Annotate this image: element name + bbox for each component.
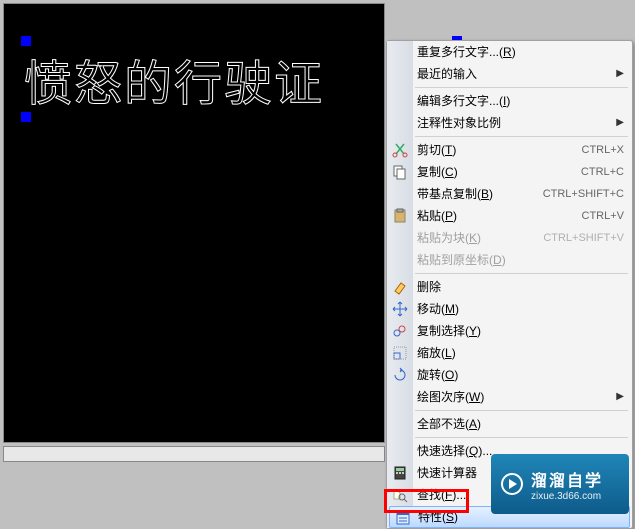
chevron-right-icon: ▶ — [616, 63, 624, 85]
copy-selection-icon — [391, 322, 409, 340]
menu-copy-selection[interactable]: 复制选择(Y) — [387, 320, 632, 342]
scale-icon — [391, 344, 409, 362]
menu-separator — [415, 410, 628, 411]
paste-icon — [391, 207, 409, 225]
erase-icon — [391, 278, 409, 296]
properties-icon — [394, 509, 412, 527]
menu-move[interactable]: 移动(M) — [387, 298, 632, 320]
play-icon — [501, 473, 523, 495]
menu-separator — [415, 87, 628, 88]
menu-separator — [415, 437, 628, 438]
menu-annotative-scale[interactable]: 注释性对象比例 ▶ — [387, 112, 632, 134]
menu-copy[interactable]: 复制(C) CTRL+C — [387, 161, 632, 183]
menu-rotate[interactable]: 旋转(O) — [387, 364, 632, 386]
menu-draw-order[interactable]: 绘图次序(W) ▶ — [387, 386, 632, 408]
menu-edit-mtext[interactable]: 编辑多行文字...(I) — [387, 90, 632, 112]
find-icon — [391, 486, 409, 504]
menu-separator — [415, 136, 628, 137]
menu-copy-basepoint[interactable]: 带基点复制(B) CTRL+SHIFT+C — [387, 183, 632, 205]
rotate-icon — [391, 366, 409, 384]
watermark-title: 溜溜自学 — [531, 467, 603, 491]
calculator-icon — [391, 464, 409, 482]
copy-icon — [391, 163, 409, 181]
grip-bottom-left[interactable] — [21, 112, 31, 122]
horizontal-scrollbar[interactable] — [3, 446, 385, 462]
chevron-right-icon: ▶ — [616, 386, 624, 408]
move-icon — [391, 300, 409, 318]
mtext-object[interactable]: 愤怒的行驶证 — [24, 44, 324, 114]
menu-recent-input[interactable]: 最近的输入 ▶ — [387, 63, 632, 85]
menu-paste-original-coords: 粘贴到原坐标(D) — [387, 249, 632, 271]
menu-erase[interactable]: 删除 — [387, 276, 632, 298]
menu-deselect-all[interactable]: 全部不选(A) — [387, 413, 632, 435]
grip-top-left[interactable] — [21, 36, 31, 46]
chevron-right-icon: ▶ — [616, 112, 624, 134]
menu-cut[interactable]: 剪切(T) CTRL+X — [387, 139, 632, 161]
menu-paste[interactable]: 粘贴(P) CTRL+V — [387, 205, 632, 227]
menu-paste-as-block: 粘贴为块(K) CTRL+SHIFT+V — [387, 227, 632, 249]
menu-repeat-mtext[interactable]: 重复多行文字...(R) — [387, 41, 632, 63]
menu-separator — [415, 273, 628, 274]
watermark-badge: 溜溜自学 zixue.3d66.com — [491, 454, 629, 514]
watermark-url: zixue.3d66.com — [531, 491, 603, 502]
drawing-canvas[interactable]: 愤怒的行驶证 — [3, 3, 385, 443]
menu-scale[interactable]: 缩放(L) — [387, 342, 632, 364]
scissors-icon — [391, 141, 409, 159]
